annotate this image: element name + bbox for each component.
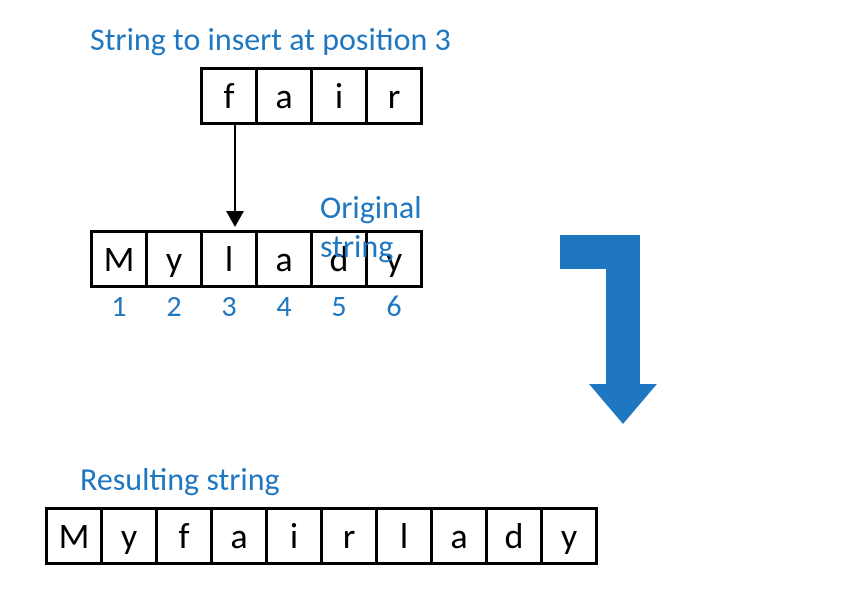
insert-section: String to insert at position 3 f a i r	[90, 20, 451, 125]
original-cell: y	[145, 230, 203, 288]
insert-arrow-icon	[234, 125, 236, 225]
insert-string-row: f a i r	[200, 67, 451, 125]
index-label: 5	[310, 288, 368, 325]
result-cell: y	[540, 507, 598, 565]
original-cell: l	[200, 230, 258, 288]
original-heading: Original string	[320, 188, 423, 266]
index-row: 1 2 3 4 5 6	[90, 288, 423, 325]
result-cell: a	[210, 507, 268, 565]
index-label: 4	[255, 288, 313, 325]
result-cell: M	[45, 507, 103, 565]
result-cell: y	[100, 507, 158, 565]
result-string-row: M y f a i r l a d y	[45, 507, 598, 565]
result-cell: d	[485, 507, 543, 565]
original-section: Original string M y l a d y 1 2 3 4 5 6	[90, 230, 423, 325]
index-label: 1	[90, 288, 148, 325]
result-cell: i	[265, 507, 323, 565]
insert-cell: r	[365, 67, 423, 125]
result-section: Resulting string M y f a i r l a d y	[45, 460, 598, 565]
index-label: 2	[145, 288, 203, 325]
insert-cell: a	[255, 67, 313, 125]
index-label: 3	[200, 288, 258, 325]
insert-heading: String to insert at position 3	[90, 20, 451, 59]
result-cell: l	[375, 507, 433, 565]
insert-cell: f	[200, 67, 258, 125]
index-label: 6	[365, 288, 423, 325]
result-arrow-icon	[560, 235, 657, 424]
result-cell: r	[320, 507, 378, 565]
insert-cell: i	[310, 67, 368, 125]
result-heading: Resulting string	[80, 460, 598, 499]
original-cell: M	[90, 230, 148, 288]
result-cell: f	[155, 507, 213, 565]
result-cell: a	[430, 507, 488, 565]
original-cell: a	[255, 230, 313, 288]
